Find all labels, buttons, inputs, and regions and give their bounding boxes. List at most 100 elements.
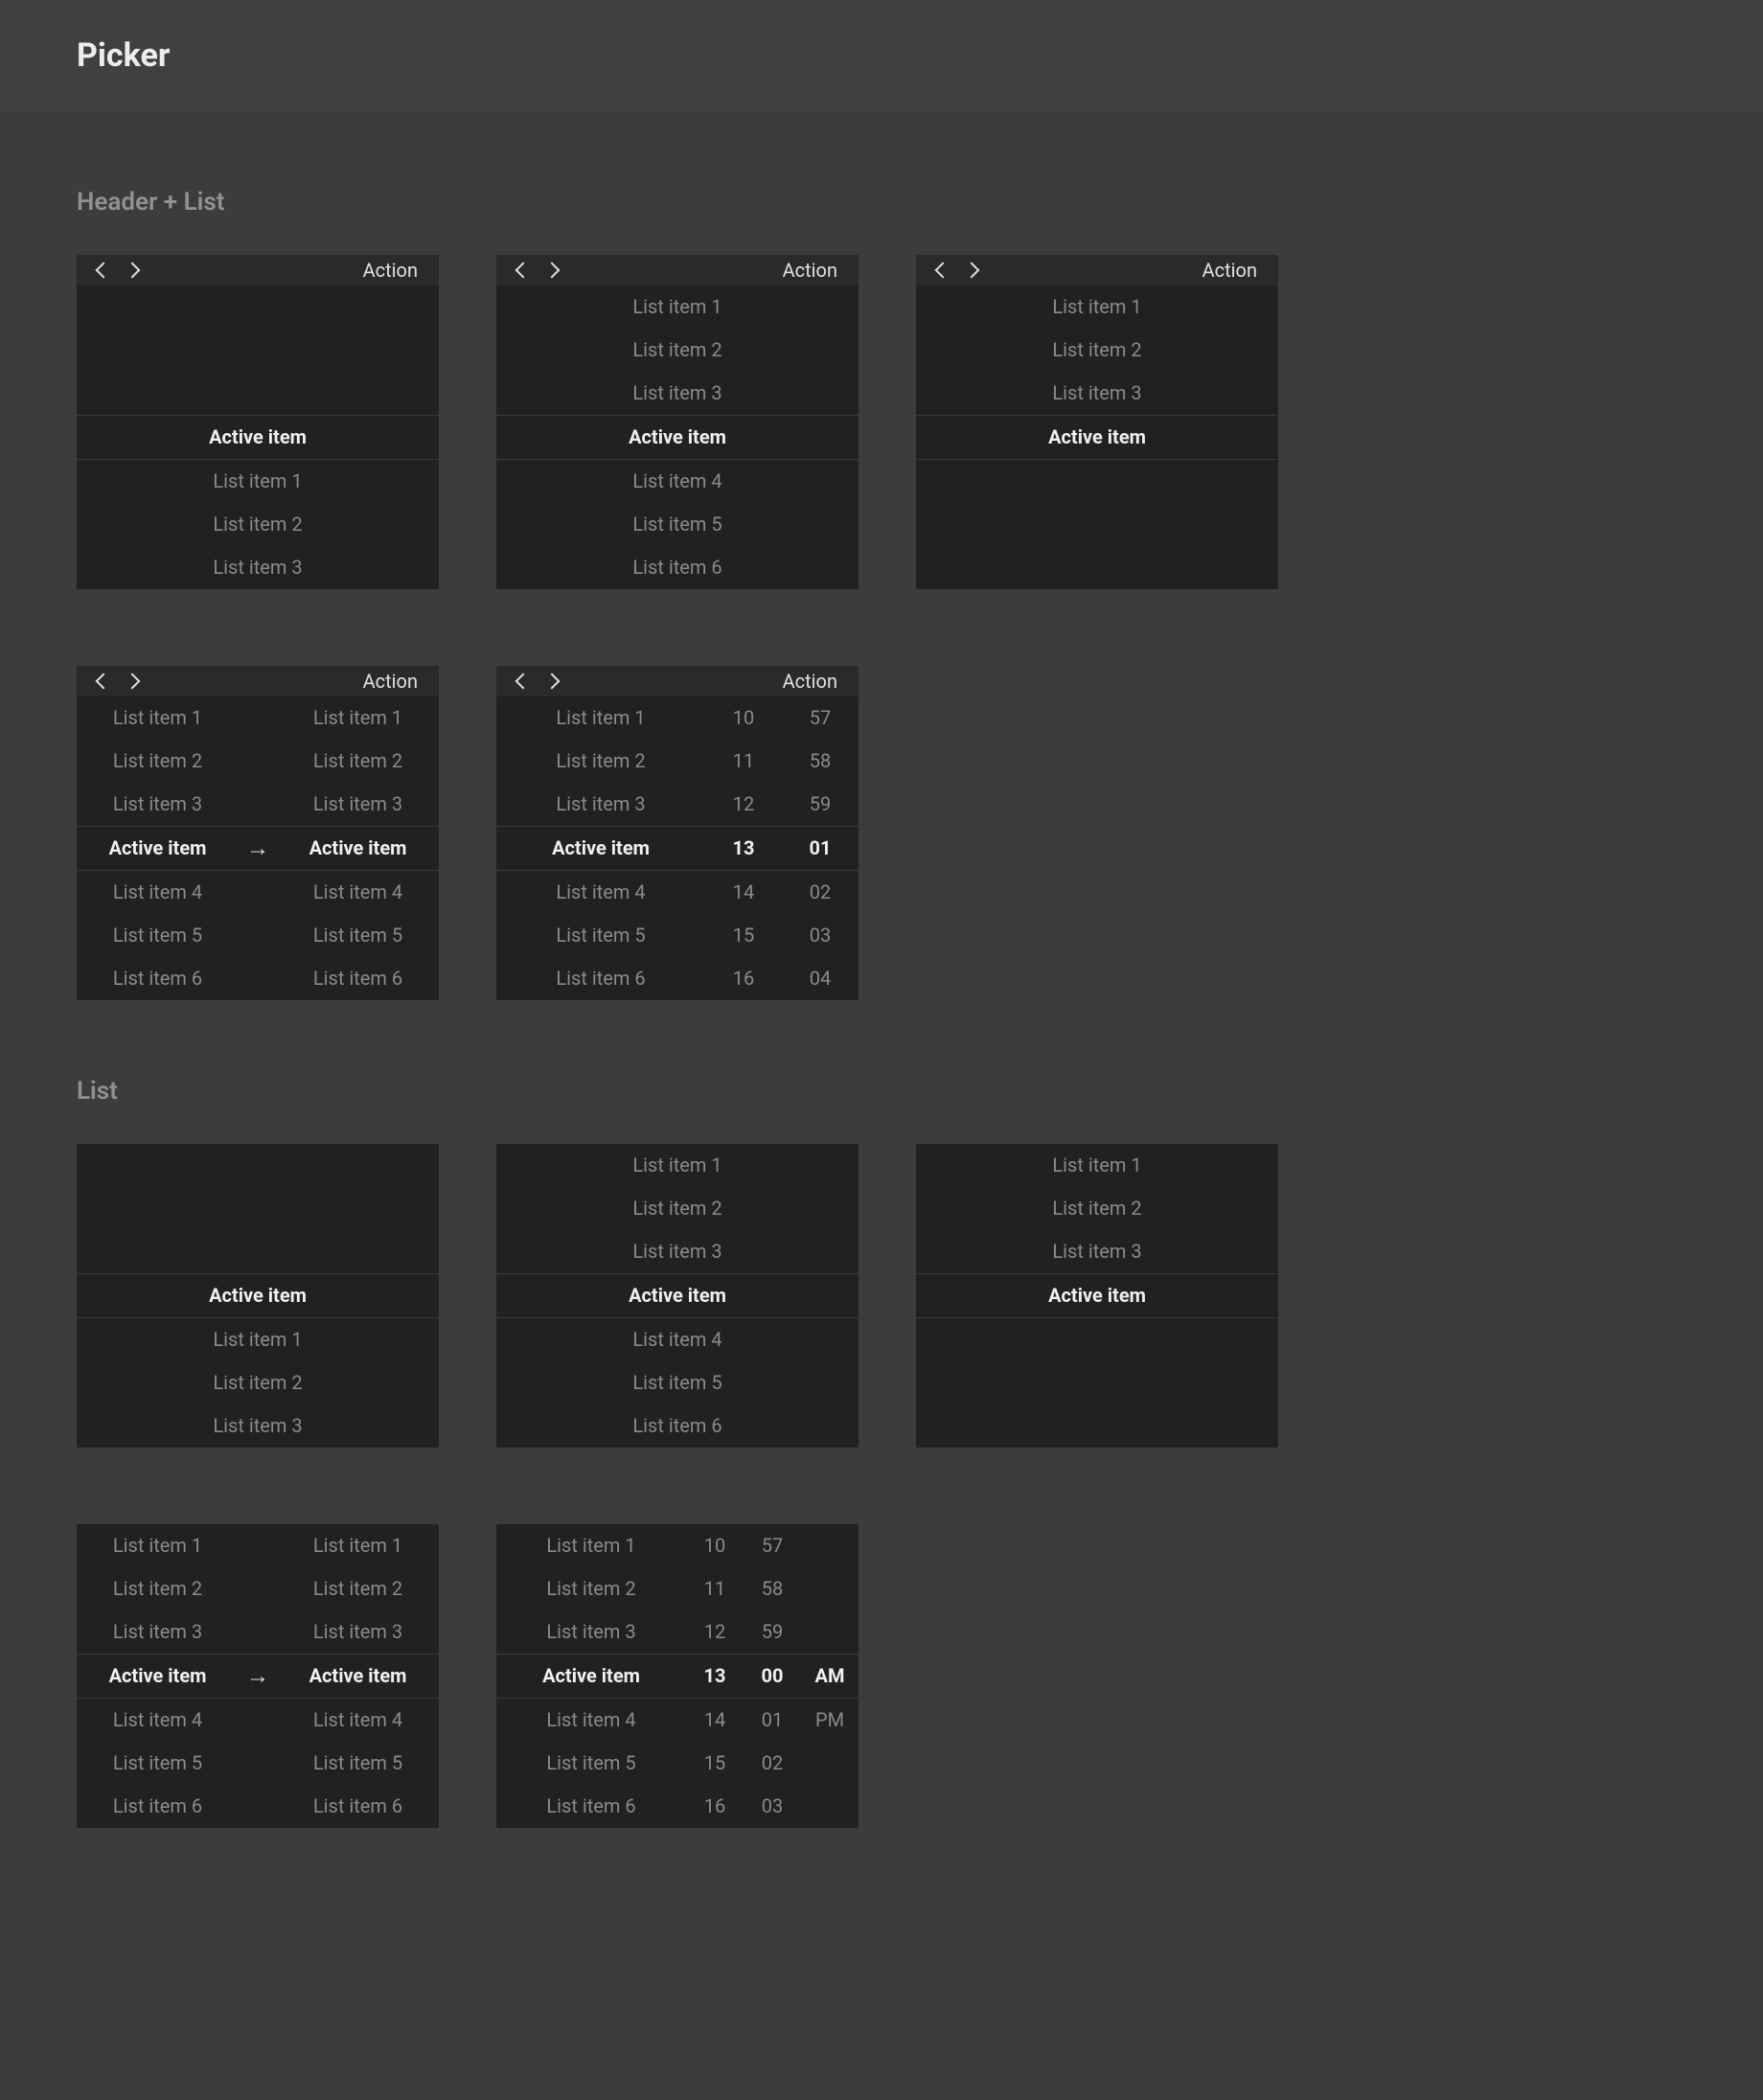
chevron-left-icon[interactable] — [515, 262, 532, 279]
list-item[interactable]: List item 1 — [916, 285, 1278, 329]
list-item[interactable]: List item 4 — [496, 871, 705, 914]
list-item[interactable]: List item 2 — [77, 503, 439, 546]
minute-item[interactable]: 58 — [744, 1567, 801, 1610]
list-item-active[interactable]: Active item — [916, 416, 1278, 459]
list-item[interactable]: List item 2 — [277, 1567, 439, 1610]
list-item[interactable]: List item 3 — [277, 783, 439, 826]
list-item[interactable]: List item 2 — [77, 740, 239, 783]
ampm-item[interactable] — [801, 1742, 859, 1785]
minute-item[interactable]: 58 — [782, 740, 859, 783]
list-item[interactable]: List item 1 — [77, 696, 239, 740]
list-item[interactable]: List item 2 — [496, 740, 705, 783]
list-item[interactable]: List item 4 — [496, 460, 859, 503]
hour-item-active[interactable]: 13 — [705, 827, 782, 870]
hour-item[interactable]: 14 — [686, 1699, 744, 1742]
list-item[interactable]: List item 4 — [277, 1699, 439, 1742]
list-item[interactable]: List item 1 — [496, 1524, 686, 1567]
header-action[interactable]: Action — [783, 670, 837, 693]
list-item-active[interactable]: Active item — [77, 827, 239, 870]
list-item-active[interactable]: Active item — [77, 1655, 239, 1698]
chevron-left-icon[interactable] — [935, 262, 951, 279]
list-item[interactable]: List item 6 — [496, 546, 859, 589]
list-item[interactable]: List item 3 — [277, 1610, 439, 1654]
hour-item[interactable]: 15 — [705, 914, 782, 957]
list-item[interactable]: List item 2 — [916, 329, 1278, 372]
hour-item[interactable]: 15 — [686, 1742, 744, 1785]
list-item[interactable]: List item 2 — [77, 1361, 439, 1404]
minute-item[interactable]: 04 — [782, 957, 859, 1000]
list-item[interactable]: List item 5 — [496, 914, 705, 957]
list-item[interactable]: List item 5 — [77, 914, 239, 957]
list-item[interactable]: List item 1 — [277, 696, 439, 740]
list-item[interactable]: List item 6 — [496, 1404, 859, 1448]
list-item[interactable]: List item 3 — [77, 783, 239, 826]
hour-item[interactable]: 10 — [705, 696, 782, 740]
list-item[interactable]: List item 3 — [77, 546, 439, 589]
list-item[interactable]: List item 2 — [277, 740, 439, 783]
minute-item[interactable]: 59 — [782, 783, 859, 826]
header-action[interactable]: Action — [783, 259, 837, 282]
list-item[interactable]: List item 3 — [916, 372, 1278, 415]
header-action[interactable]: Action — [1202, 259, 1257, 282]
hour-item[interactable]: 14 — [705, 871, 782, 914]
list-item-active[interactable]: Active item — [496, 416, 859, 459]
header-action[interactable]: Action — [363, 670, 418, 693]
ampm-item[interactable] — [801, 1610, 859, 1654]
list-item-active[interactable]: Active item — [496, 1655, 686, 1698]
list-item-active[interactable]: Active item — [496, 827, 705, 870]
list-item[interactable]: List item 3 — [916, 1230, 1278, 1273]
list-item-active[interactable]: Active item — [277, 1655, 439, 1698]
list-item[interactable]: List item 4 — [496, 1318, 859, 1361]
list-item[interactable]: List item 3 — [496, 1230, 859, 1273]
minute-item[interactable]: 01 — [744, 1699, 801, 1742]
hour-item-active[interactable]: 13 — [686, 1655, 744, 1698]
list-item[interactable]: List item 1 — [916, 1144, 1278, 1187]
list-item-active[interactable]: Active item — [77, 1274, 439, 1317]
list-item[interactable]: List item 5 — [277, 1742, 439, 1785]
list-item[interactable]: List item 2 — [496, 1567, 686, 1610]
hour-item[interactable]: 11 — [686, 1567, 744, 1610]
list-item[interactable]: List item 3 — [77, 1610, 239, 1654]
list-item[interactable]: List item 6 — [77, 957, 239, 1000]
list-item[interactable]: List item 1 — [77, 1318, 439, 1361]
list-item[interactable]: List item 5 — [496, 503, 859, 546]
hour-item[interactable]: 16 — [686, 1785, 744, 1828]
list-item[interactable]: List item 4 — [77, 1699, 239, 1742]
list-item[interactable]: List item 1 — [496, 285, 859, 329]
list-item[interactable]: List item 3 — [496, 783, 705, 826]
minute-item[interactable]: 57 — [782, 696, 859, 740]
list-item[interactable]: List item 2 — [496, 1187, 859, 1230]
list-item-active[interactable]: Active item — [496, 1274, 859, 1317]
chevron-right-icon[interactable] — [544, 262, 561, 279]
ampm-item-active[interactable]: AM — [801, 1655, 859, 1698]
chevron-right-icon[interactable] — [125, 673, 141, 690]
list-item[interactable]: List item 2 — [496, 329, 859, 372]
list-item[interactable]: List item 3 — [496, 372, 859, 415]
list-item[interactable]: List item 1 — [496, 1144, 859, 1187]
hour-item[interactable]: 10 — [686, 1524, 744, 1567]
ampm-item[interactable] — [801, 1785, 859, 1828]
ampm-item[interactable] — [801, 1567, 859, 1610]
list-item[interactable]: List item 1 — [277, 1524, 439, 1567]
list-item[interactable]: List item 4 — [496, 1699, 686, 1742]
list-item[interactable]: List item 2 — [77, 1567, 239, 1610]
list-item[interactable]: List item 6 — [77, 1785, 239, 1828]
list-item[interactable]: List item 3 — [496, 1610, 686, 1654]
hour-item[interactable]: 12 — [686, 1610, 744, 1654]
list-item[interactable]: List item 5 — [277, 914, 439, 957]
ampm-item[interactable] — [801, 1524, 859, 1567]
chevron-left-icon[interactable] — [515, 673, 532, 690]
chevron-left-icon[interactable] — [96, 262, 112, 279]
chevron-right-icon[interactable] — [544, 673, 561, 690]
list-item[interactable]: List item 1 — [496, 696, 705, 740]
list-item-active[interactable]: Active item — [277, 827, 439, 870]
hour-item[interactable]: 12 — [705, 783, 782, 826]
chevron-right-icon[interactable] — [964, 262, 980, 279]
list-item[interactable]: List item 5 — [496, 1361, 859, 1404]
list-item[interactable]: List item 5 — [496, 1742, 686, 1785]
list-item[interactable]: List item 6 — [496, 1785, 686, 1828]
minute-item-active[interactable]: 00 — [744, 1655, 801, 1698]
minute-item[interactable]: 03 — [782, 914, 859, 957]
list-item[interactable]: List item 1 — [77, 1524, 239, 1567]
list-item[interactable]: List item 5 — [77, 1742, 239, 1785]
